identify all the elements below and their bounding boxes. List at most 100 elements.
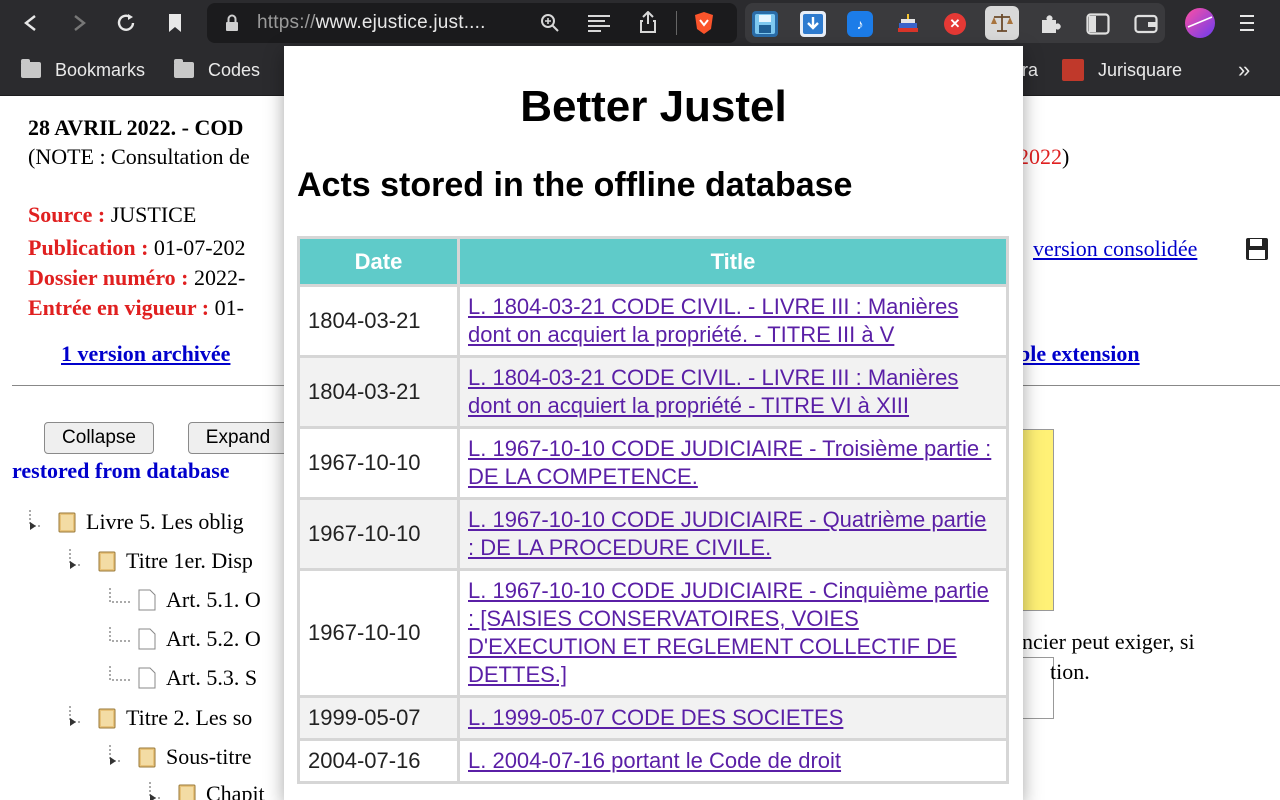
act-date: 2004-07-16 [297,738,460,784]
act-title-link[interactable]: L. 1967-10-10 CODE JUDICIAIRE - Quatrièm… [468,507,986,560]
music-extension-icon[interactable]: ♪ [847,11,873,37]
tree-item-label: Titre 2. Les so [126,705,253,730]
act-title-link[interactable]: L. 1804-03-21 CODE CIVIL. - LIVRE III : … [468,365,958,418]
tree-connector-icon [149,782,160,800]
document-icon [138,667,156,689]
tree-item-label: Art. 5.1. O [166,587,261,612]
source-label: Source : [28,202,106,227]
consolidated-version-link[interactable]: version consolidée [1033,236,1197,262]
reload-icon[interactable] [111,8,141,38]
tree-connector-icon [29,510,40,530]
act-date: 1804-03-21 [297,355,460,429]
collapse-button[interactable]: Collapse [44,422,154,454]
table-row: 1967-10-10 L. 1967-10-10 CODE JUDICIAIRE… [297,497,1009,571]
block-extension-icon[interactable]: ✕ [944,13,966,35]
table-row: 1967-10-10 L. 1967-10-10 CODE JUDICIAIRE… [297,568,1009,698]
act-title-link[interactable]: L. 1804-03-21 CODE CIVIL. - LIVRE III : … [468,294,958,347]
bookmark-ra[interactable]: ra [1022,58,1038,82]
source-value: JUSTICE [110,202,197,227]
more-bookmarks-label: » [1238,57,1251,82]
jurisquare-icon [1062,59,1084,81]
expand-button[interactable]: Expand [188,422,288,454]
acts-table: Date Title 1804-03-21 L. 1804-03-21 CODE… [297,236,1009,784]
tree-connector-icon [109,745,120,765]
address-bar[interactable]: https://www.ejustice.just.... [207,3,737,43]
source-row: Source : JUSTICE [28,202,196,228]
act-title-link[interactable]: L. 2004-07-16 portant le Code de droit [468,748,841,773]
wallet-icon[interactable] [1133,11,1159,37]
reader-mode-icon[interactable] [587,14,611,37]
puzzle-icon[interactable] [1037,11,1063,37]
act-date: 1967-10-10 [297,426,460,500]
act-title-link[interactable]: L. 1999-05-07 CODE DES SOCIETES [468,705,843,730]
popup-title: Better Justel [520,82,787,131]
archived-version-link[interactable]: 1 version archivée [61,341,230,367]
act-date: 1804-03-21 [297,284,460,358]
body-text-line: ncier peut exiger, si [1022,629,1195,654]
publication-row: Publication : 01-07-202 [28,235,246,261]
menu-icon[interactable] [1232,8,1262,38]
tree-item-label: Art. 5.2. O [166,626,261,651]
table-row: 1804-03-21 L. 1804-03-21 CODE CIVIL. - L… [297,284,1009,358]
bookmark-icon[interactable] [160,8,190,38]
act-title-link[interactable]: L. 1967-10-10 CODE JUDICIAIRE - Cinquièm… [468,578,989,687]
column-header-title: Title [457,236,1009,287]
table-row: 1967-10-10 L. 1967-10-10 CODE JUDICIAIRE… [297,426,1009,500]
tree-item[interactable]: Art. 5.3. S [106,665,257,691]
column-header-date: Date [297,236,460,287]
tree-item-label: Art. 5.3. S [166,665,258,690]
tree-item[interactable]: Art. 5.1. O [106,587,261,613]
highlight-box [1018,429,1054,611]
popup-subtitle: Acts stored in the offline database [297,166,853,204]
table-row: 1804-03-21 L. 1804-03-21 CODE CIVIL. - L… [297,355,1009,429]
cake-extension-icon[interactable] [895,11,921,37]
page-title: 28 AVRIL 2022. - COD [28,115,244,140]
brave-shields-icon[interactable] [693,11,715,40]
tree-item[interactable]: Livre 5. Les oblig [26,509,244,535]
browser-toolbar: https://www.ejustice.just.... ♪ ✕ [0,0,1280,46]
bookmark-jurisquare[interactable]: Jurisquare [1062,58,1182,82]
bookmark-folder-bookmarks[interactable]: Bookmarks [21,58,145,82]
download-extension-icon[interactable] [800,11,826,37]
table-header-row: Date Title [297,236,1009,287]
act-date: 1967-10-10 [297,497,460,571]
profile-avatar[interactable] [1182,5,1218,41]
extensions-group: ♪ ✕ [745,3,1165,43]
book-icon [98,708,116,729]
dossier-row: Dossier numéro : 2022- [28,265,245,291]
body-text-line: tion. [1050,659,1090,684]
url-text: https://www.ejustice.just.... [257,12,486,33]
note-year: 2022 [1018,144,1062,169]
save-extension-icon[interactable] [752,11,778,37]
tree-item[interactable]: Titre 1er. Disp [66,548,253,574]
back-icon[interactable] [16,8,46,38]
save-icon[interactable] [1245,237,1269,261]
document-icon [138,628,156,650]
tree-connector-icon [109,588,130,603]
tree-item[interactable]: Art. 5.2. O [106,626,261,652]
extension-link[interactable]: ble extension [1018,341,1140,367]
tree-item[interactable]: Titre 2. Les so [66,705,252,731]
bookmark-folder-codes[interactable]: Codes [174,58,260,82]
tree-item-label: Titre 1er. Disp [126,548,253,573]
side-box [1018,657,1054,719]
share-icon[interactable] [639,10,657,38]
bookmark-label: ra [1022,59,1039,80]
better-justel-popup: Better Justel Acts stored in the offline… [284,46,1023,800]
restored-text: restored from database [12,458,230,483]
sidebar-icon[interactable] [1085,11,1111,37]
better-justel-extension-icon[interactable] [985,6,1019,40]
more-bookmarks-button[interactable]: » [1238,57,1251,82]
act-title-link[interactable]: L. 1967-10-10 CODE JUDICIAIRE - Troisièm… [468,436,991,489]
tree-connector-icon [109,627,130,642]
tree-item[interactable]: Chapit [146,781,265,800]
folder-icon [174,59,194,78]
document-icon [138,589,156,611]
folder-icon [21,59,41,78]
tree-item[interactable]: Sous-titre [106,744,252,770]
zoom-icon[interactable] [540,13,560,38]
forward-icon[interactable] [64,8,94,38]
page-note-year: 2022) [1018,144,1069,170]
entree-label: Entrée en vigueur : [28,295,210,320]
note-close: ) [1062,144,1070,169]
